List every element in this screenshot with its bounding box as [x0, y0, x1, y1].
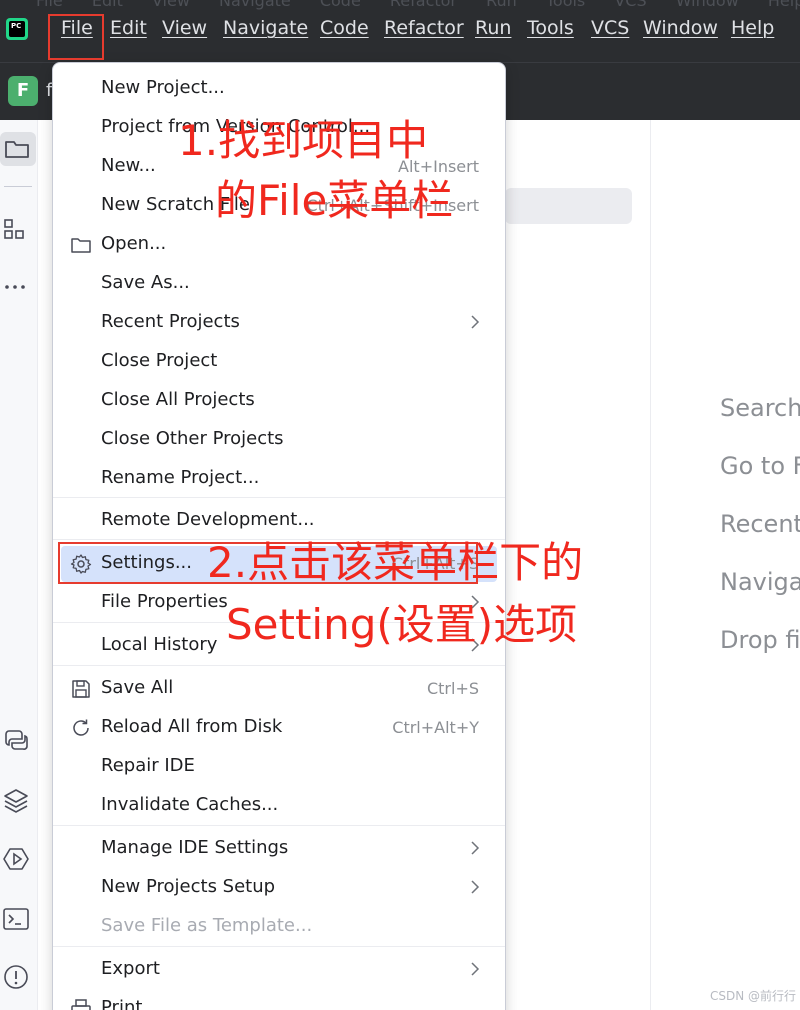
- menu-item-label: File Properties: [101, 591, 228, 612]
- menu-help[interactable]: Help: [731, 17, 774, 39]
- menu-refactor[interactable]: Refactor: [384, 17, 464, 39]
- menu-code[interactable]: Code: [320, 17, 369, 39]
- menu-item-save-all[interactable]: Save All Ctrl+S: [53, 671, 505, 707]
- hint-drop-files: Drop fil: [720, 626, 800, 654]
- menu-item-label: Print: [101, 997, 143, 1010]
- problems-icon[interactable]: [0, 960, 34, 994]
- chevron-right-icon: [467, 961, 483, 977]
- editor-divider: [650, 120, 651, 1010]
- menu-item-remote-development[interactable]: Remote Development...: [53, 503, 505, 539]
- search-field-background: [505, 188, 632, 224]
- chevron-right-icon: [467, 879, 483, 895]
- menu-item-close-all-projects[interactable]: Close All Projects: [53, 383, 505, 419]
- menu-run[interactable]: Run: [475, 17, 511, 39]
- hint-navigation: Naviga: [720, 568, 800, 596]
- menu-item-save-as[interactable]: Save As...: [53, 266, 505, 302]
- ghost-menubar-text: File Edit View Navigate Code Refactor Ru…: [36, 0, 800, 10]
- project-badge[interactable]: F: [8, 76, 38, 106]
- menu-item-label: Save File as Template...: [101, 915, 313, 936]
- strip-separator: [4, 186, 32, 187]
- annotation-step2-line1: 2.点击该菜单栏下的: [207, 538, 584, 587]
- save-icon: [69, 677, 93, 701]
- menu-separator: [53, 825, 505, 826]
- chevron-right-icon: [467, 840, 483, 856]
- menu-item-close-other-projects[interactable]: Close Other Projects: [53, 422, 505, 458]
- menu-item-new-projects-setup[interactable]: New Projects Setup: [53, 870, 505, 906]
- menu-item-label: Invalidate Caches...: [101, 794, 279, 815]
- menu-edit[interactable]: Edit: [110, 17, 147, 39]
- menu-item-label: Reload All from Disk: [101, 716, 283, 737]
- logo-text: PC: [11, 22, 22, 30]
- menu-item-label: Export: [101, 958, 160, 979]
- annotation-step2-line2: Setting(设置)选项: [226, 600, 578, 649]
- menu-window[interactable]: Window: [643, 17, 718, 39]
- menu-item-new-project[interactable]: New Project...: [53, 71, 505, 107]
- hint-search: Search: [720, 394, 800, 422]
- pycharm-logo-icon[interactable]: PC: [6, 18, 28, 40]
- annotation-step1-line2: 的File菜单栏: [215, 176, 454, 225]
- menu-item-repair-ide[interactable]: Repair IDE: [53, 749, 505, 785]
- menu-item-label: Close Other Projects: [101, 428, 284, 449]
- menu-separator: [53, 665, 505, 666]
- menu-item-label: Save As...: [101, 272, 190, 293]
- menu-item-recent-projects[interactable]: Recent Projects: [53, 305, 505, 341]
- menu-item-label: Rename Project...: [101, 467, 260, 488]
- menubar: File Edit View Navigate Code Refactor Ru…: [0, 0, 800, 62]
- structure-icon[interactable]: [0, 212, 34, 246]
- python-console-icon[interactable]: [0, 723, 34, 757]
- menu-tools[interactable]: Tools: [527, 17, 574, 39]
- menu-item-save-file-as-template: Save File as Template...: [53, 909, 505, 945]
- menu-item-export[interactable]: Export: [53, 952, 505, 988]
- hint-go-to-file: Go to F: [720, 452, 800, 480]
- menu-navigate[interactable]: Navigate: [223, 17, 308, 39]
- menu-item-rename-project[interactable]: Rename Project...: [53, 461, 505, 497]
- menu-item-label: Close All Projects: [101, 389, 255, 410]
- annotation-step1-line1: 1.找到项目中: [178, 116, 429, 165]
- menu-item-manage-ide-settings[interactable]: Manage IDE Settings: [53, 831, 505, 867]
- menu-item-close-project[interactable]: Close Project: [53, 344, 505, 380]
- menu-item-label: Open...: [101, 233, 167, 254]
- menu-separator: [53, 946, 505, 947]
- menu-item-label: New Project...: [101, 77, 225, 98]
- menu-item-label: Repair IDE: [101, 755, 195, 776]
- project-folder-icon[interactable]: [0, 132, 36, 166]
- more-tools-icon[interactable]: [0, 270, 34, 304]
- menu-item-reload-all-from-disk[interactable]: Reload All from Disk Ctrl+Alt+Y: [53, 710, 505, 746]
- folder-icon: [69, 233, 93, 257]
- layers-icon[interactable]: [0, 783, 34, 817]
- menu-view[interactable]: View: [162, 17, 207, 39]
- menu-item-shortcut: Ctrl+S: [426, 679, 479, 698]
- menu-item-shortcut: Ctrl+Alt+Y: [392, 718, 479, 737]
- menu-item-label: New...: [101, 155, 156, 176]
- menu-item-invalidate-caches[interactable]: Invalidate Caches...: [53, 788, 505, 824]
- menu-item-label: Remote Development...: [101, 509, 315, 530]
- terminal-icon[interactable]: [0, 902, 34, 936]
- menu-item-label: New Projects Setup: [101, 876, 276, 897]
- file-menu-highlight-box: [48, 14, 104, 60]
- chevron-right-icon: [467, 314, 483, 330]
- watermark: CSDN @前行行: [709, 989, 796, 1003]
- menu-item-print[interactable]: Print: [53, 991, 505, 1010]
- printer-icon: [69, 997, 93, 1010]
- menu-item-label: Save All: [101, 677, 174, 698]
- menu-item-label: Local History: [101, 634, 218, 655]
- reload-icon: [69, 716, 93, 740]
- services-icon[interactable]: [0, 842, 34, 876]
- left-tool-strip: [0, 120, 38, 1010]
- hint-recent: Recent: [720, 510, 800, 538]
- menu-vcs[interactable]: VCS: [591, 17, 629, 39]
- menu-item-label: Close Project: [101, 350, 218, 371]
- menu-item-label: Recent Projects: [101, 311, 240, 332]
- menu-item-open[interactable]: Open...: [53, 227, 505, 263]
- menu-separator: [53, 497, 505, 498]
- menu-item-label: Manage IDE Settings: [101, 837, 289, 858]
